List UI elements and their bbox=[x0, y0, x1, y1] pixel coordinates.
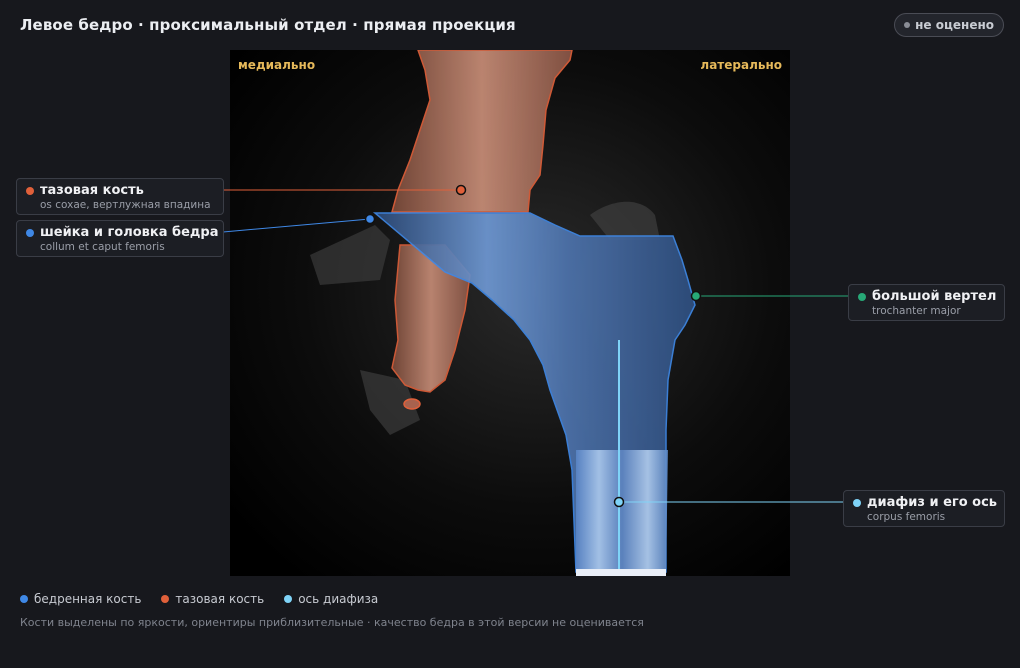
shaft-subtitle: corpus femoris bbox=[867, 511, 946, 523]
axis-legend-dot-icon bbox=[284, 595, 293, 603]
neck-head-title: шейка и головка бедра bbox=[40, 225, 219, 240]
trochanter-title: большой вертел bbox=[872, 289, 997, 304]
neck-head-dot-icon bbox=[26, 228, 34, 237]
pelvis-legend-dot-icon bbox=[161, 595, 170, 603]
legend-label-pelvis: тазовая кость bbox=[175, 592, 265, 606]
pelvis-title: тазовая кость bbox=[40, 183, 144, 198]
pelvis-dot-icon bbox=[26, 186, 34, 195]
label-card-neck-head[interactable]: шейка и головка бедра collum et caput fe… bbox=[16, 220, 224, 257]
legend-item-pelvis: тазовая кость bbox=[161, 592, 264, 606]
pelvis-marker[interactable] bbox=[455, 184, 467, 196]
label-card-shaft[interactable]: диафиз и его ось corpus femoris bbox=[843, 490, 1005, 527]
label-card-pelvis[interactable]: тазовая кость os coxae, вертлужная впади… bbox=[16, 178, 224, 215]
legend-label-femur: бедренная кость bbox=[34, 592, 142, 606]
legend: бедренная кость тазовая кость ось диафиз… bbox=[20, 592, 378, 606]
trochanter-dot-icon bbox=[858, 292, 866, 301]
status-dot-icon bbox=[904, 22, 911, 28]
trochanter-subtitle: trochanter major bbox=[872, 305, 961, 317]
xray-image bbox=[230, 50, 790, 576]
pelvis-subtitle: os coxae, вертлужная впадина bbox=[40, 199, 211, 211]
status-label: не оценено bbox=[915, 18, 994, 32]
legend-item-shaft-axis: ось диафиза bbox=[284, 592, 378, 606]
neck-head-marker[interactable] bbox=[364, 213, 376, 225]
shaft-marker[interactable] bbox=[613, 496, 625, 508]
legend-label-shaft-axis: ось диафиза bbox=[298, 592, 379, 606]
xray-viewer[interactable]: медиально латерально bbox=[230, 50, 790, 576]
status-badge: не оценено bbox=[894, 13, 1004, 37]
legend-item-femur: бедренная кость bbox=[20, 592, 141, 606]
shaft-dot-icon bbox=[853, 498, 861, 507]
femur-legend-dot-icon bbox=[20, 595, 28, 603]
shaft-title: диафиз и его ось bbox=[867, 495, 998, 510]
orientation-medial: медиально bbox=[238, 58, 316, 72]
page-title: Левое бедро · проксимальный отдел · прям… bbox=[20, 16, 516, 34]
label-card-greater-trochanter[interactable]: большой вертел trochanter major bbox=[848, 284, 1005, 321]
footnote: Кости выделены по яркости, ориентиры при… bbox=[20, 616, 644, 629]
trochanter-marker[interactable] bbox=[690, 290, 702, 302]
neck-head-subtitle: collum et caput femoris bbox=[40, 241, 165, 253]
orientation-lateral: латерально bbox=[700, 58, 782, 72]
